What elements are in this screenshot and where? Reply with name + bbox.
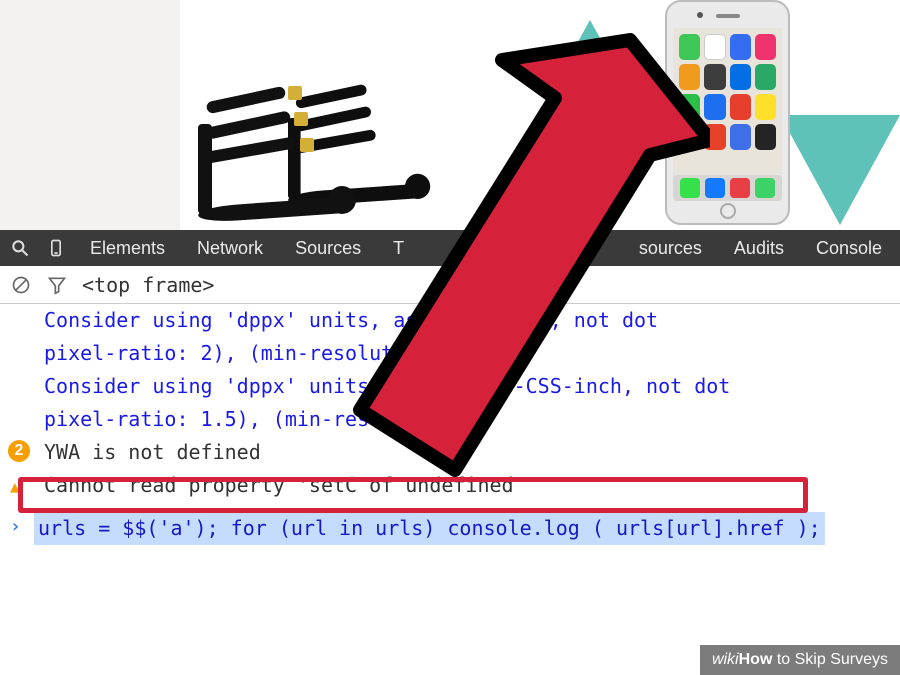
watermark: wikiHow to Skip Surveys (700, 645, 900, 675)
tab-timeline-partial[interactable]: T (383, 238, 414, 259)
console-message: Consider using 'dppx' units, as r-CSS-in… (0, 304, 900, 337)
tab-resources-partial[interactable]: sources (629, 238, 712, 259)
device-toggle-icon[interactable] (44, 236, 68, 260)
console-message: Consider using 'dppx' units, s dots-per-… (0, 370, 900, 403)
warning-count-badge: 2 (8, 440, 30, 462)
tab-network[interactable]: Network (187, 238, 273, 259)
clear-console-icon[interactable] (10, 274, 32, 296)
warning-icon: ▲ (10, 475, 20, 498)
console-message: pixel-ratio: 1.5), (min-reso (0, 403, 900, 436)
console-input-row[interactable]: › urls = $$('a'); for (url in urls) cons… (0, 506, 900, 551)
watermark-text: to Skip Surveys (772, 651, 888, 668)
devtools-tabbar: Elements Network Sources T sources Audit… (0, 230, 900, 266)
product-image-shoes (180, 0, 460, 220)
filter-icon[interactable] (46, 274, 68, 296)
product-banner (180, 0, 900, 230)
console-warning: ▲ Cannot read property 'setC of undefine… (0, 469, 900, 502)
console-output: Consider using 'dppx' units, as r-CSS-in… (0, 304, 900, 551)
watermark-brand: wiki (712, 651, 739, 668)
console-warning-text: Cannot read property 'setC of undefined (44, 473, 514, 497)
product-image-phone (580, 0, 870, 225)
tab-audits[interactable]: Audits (724, 238, 794, 259)
tab-console[interactable]: Console (806, 238, 892, 259)
search-icon[interactable] (8, 236, 32, 260)
frame-selector[interactable]: <top frame> (82, 273, 214, 297)
tab-elements[interactable]: Elements (80, 238, 175, 259)
console-warning: 2 YWA is not defined (0, 436, 900, 469)
console-toolbar: <top frame> (0, 266, 900, 304)
chevron-right-icon: › (10, 514, 21, 540)
console-message: pixel-ratio: 2), (min-resoluti (0, 337, 900, 370)
console-input-code[interactable]: urls = $$('a'); for (url in urls) consol… (34, 512, 825, 545)
webpage-content-area (0, 0, 900, 230)
tab-sources[interactable]: Sources (285, 238, 371, 259)
console-warning-text: YWA is not defined (44, 440, 261, 464)
watermark-how: How (739, 651, 773, 668)
